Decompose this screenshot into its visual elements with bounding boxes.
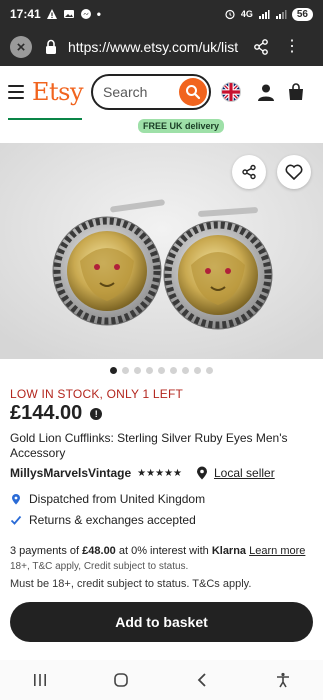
klarna-amount: £48.00: [82, 545, 116, 557]
close-tab-button[interactable]: ×: [10, 36, 32, 58]
gallery-dot[interactable]: [110, 367, 117, 374]
returns-text: Returns & exchanges accepted: [29, 513, 196, 527]
system-nav-bar: [0, 660, 323, 700]
klarna-middle: at 0% interest with: [115, 545, 212, 557]
search-input[interactable]: Search: [91, 74, 212, 110]
menu-icon[interactable]: [8, 85, 24, 99]
price: £144.00: [10, 402, 83, 424]
signal-icon-2: [275, 10, 287, 19]
status-bar: 17:41 • 4G 56: [0, 0, 323, 28]
location-pin-icon: [197, 466, 207, 480]
alarm-icon: [225, 9, 235, 20]
klarna-logo: Klarna: [211, 545, 247, 557]
messenger-icon: [80, 9, 91, 19]
price-row: £144.00 !: [10, 402, 103, 425]
checkmark-icon: [10, 515, 22, 525]
cufflinks-photo: [0, 143, 323, 359]
browser-toolbar: × https://www.etsy.com/uk/list ⋮: [0, 28, 323, 66]
search-icon: [186, 85, 201, 100]
active-indicator: [8, 118, 82, 120]
clock: 17:41: [10, 7, 41, 21]
network-label: 4G: [240, 9, 253, 19]
url-field[interactable]: https://www.etsy.com/uk/list: [68, 39, 244, 55]
shop-name-link[interactable]: MillysMarvelsVintage: [10, 466, 131, 480]
location-pin-icon: [12, 494, 20, 505]
klarna-note: Must be 18+, credit subject to status. T…: [10, 578, 252, 590]
share-button[interactable]: [232, 155, 266, 189]
stock-status: LOW IN STOCK, ONLY 1 LEFT: [10, 387, 184, 401]
gallery-dot[interactable]: [182, 367, 189, 374]
local-seller-link[interactable]: Local seller: [214, 466, 275, 480]
heart-icon: [285, 164, 303, 180]
accessibility-button[interactable]: [263, 665, 303, 695]
dispatch-info: Dispatched from United Kingdom: [10, 492, 205, 506]
search-placeholder: Search: [103, 84, 148, 100]
gallery-dot[interactable]: [146, 367, 153, 374]
free-delivery-badge: FREE UK delivery: [138, 119, 225, 133]
rating-stars[interactable]: ★★★★★: [137, 468, 182, 479]
klarna-offer: 3 payments of £48.00 at 0% interest with…: [10, 545, 315, 557]
share-icon: [242, 164, 256, 180]
site-header: Etsy Search: [0, 66, 323, 118]
favourite-button[interactable]: [277, 155, 311, 189]
returns-info: Returns & exchanges accepted: [10, 513, 196, 527]
dispatch-text: Dispatched from United Kingdom: [29, 492, 206, 506]
warning-icon: [46, 9, 57, 19]
recent-apps-button[interactable]: [20, 665, 60, 695]
gallery-dot[interactable]: [170, 367, 177, 374]
more-options-icon[interactable]: ⋮: [284, 39, 300, 55]
accessibility-icon: [276, 672, 289, 688]
gallery-pagination[interactable]: [0, 367, 323, 377]
learn-more-link[interactable]: Learn more: [249, 545, 305, 557]
lock-icon[interactable]: [44, 39, 58, 55]
uk-flag-icon[interactable]: [221, 82, 242, 102]
battery-indicator: 56: [291, 7, 313, 21]
info-icon[interactable]: !: [90, 407, 103, 420]
home-button[interactable]: [101, 665, 141, 695]
gallery-dot[interactable]: [194, 367, 201, 374]
account-icon[interactable]: [257, 83, 275, 101]
search-button[interactable]: [179, 78, 208, 106]
signal-icon: [258, 10, 270, 19]
add-to-basket-button[interactable]: Add to basket: [10, 602, 313, 642]
shop-row: MillysMarvelsVintage ★★★★★ Local seller: [10, 466, 315, 480]
image-icon: [63, 10, 74, 18]
gallery-dot[interactable]: [206, 367, 213, 374]
back-icon: [197, 673, 206, 687]
gallery-dot[interactable]: [122, 367, 129, 374]
etsy-logo[interactable]: Etsy: [32, 78, 84, 106]
klarna-prefix: 3 payments of: [10, 545, 83, 557]
recent-apps-icon: [34, 674, 47, 686]
klarna-small-note: 18+, T&C apply, Credit subject to status…: [10, 561, 189, 572]
gallery-dot[interactable]: [134, 367, 141, 374]
basket-icon[interactable]: [287, 83, 305, 101]
share-icon[interactable]: [252, 38, 270, 56]
product-title: Gold Lion Cufflinks: Sterling Silver Rub…: [10, 431, 288, 460]
home-icon: [114, 673, 128, 687]
notification-dot-icon: •: [96, 7, 101, 21]
product-image[interactable]: [0, 143, 323, 359]
gallery-dot[interactable]: [158, 367, 165, 374]
back-button[interactable]: [182, 665, 222, 695]
